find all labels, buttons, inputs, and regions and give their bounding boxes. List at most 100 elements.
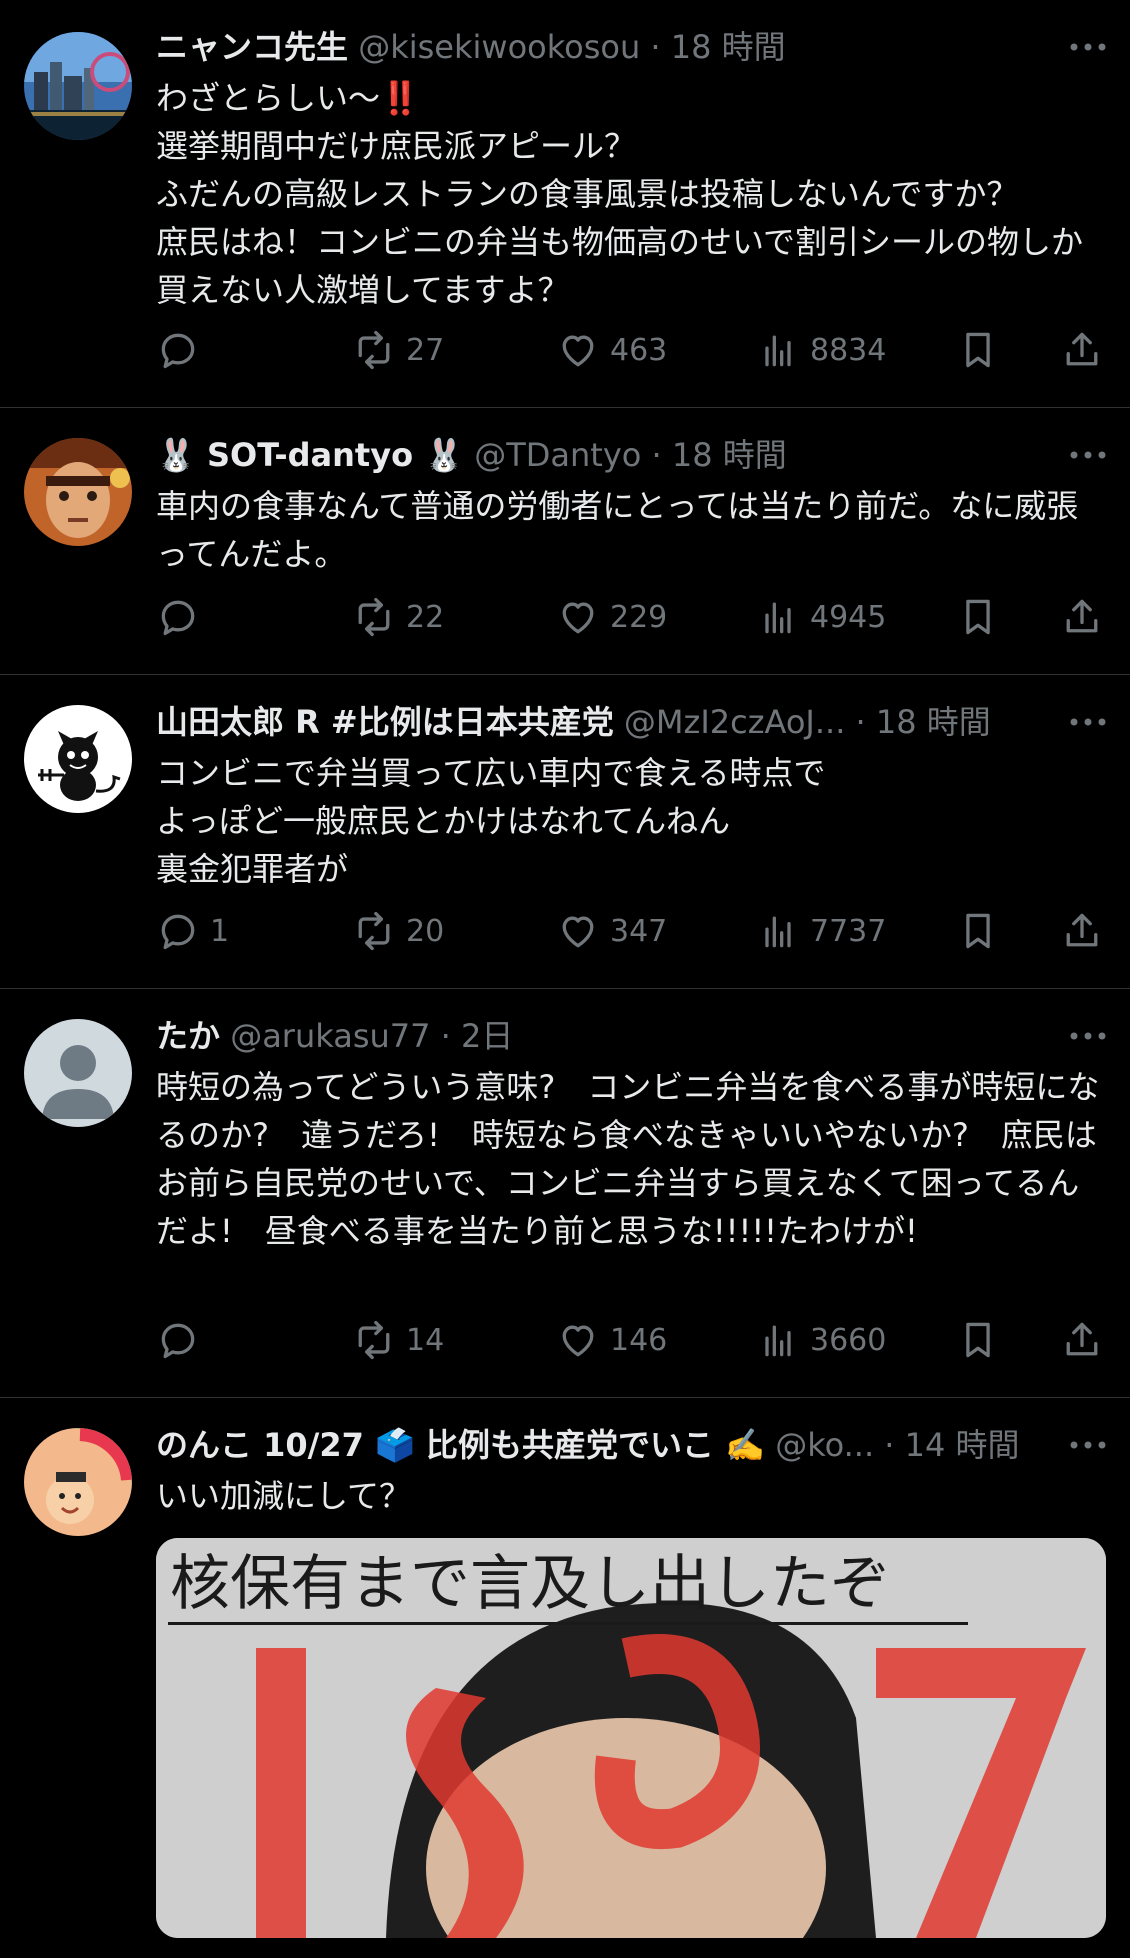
avatar[interactable] [24, 705, 132, 813]
reply-button[interactable]: 1 [156, 907, 229, 955]
like-count: 229 [610, 599, 668, 635]
separator-dot: · [884, 1426, 895, 1464]
timestamp[interactable]: 14 時間 [905, 1426, 1020, 1464]
heart-icon [562, 1325, 594, 1357]
bookmark-icon [966, 1322, 990, 1358]
timestamp[interactable]: 18 時間 [671, 28, 786, 66]
views-button[interactable]: 4945 [756, 593, 886, 641]
tweet[interactable]: ニャンコ先生 @kisekiwookosou · 18 時間 わざとらしい〜‼️… [0, 0, 1130, 408]
separator-dot: · [651, 436, 662, 474]
tweet-text: いい加減にして？ [156, 1477, 412, 1515]
analytics-icon [765, 1325, 791, 1357]
view-count: 7737 [810, 913, 887, 949]
avatar[interactable] [24, 32, 132, 140]
retweet-icon [358, 597, 390, 637]
display-name[interactable]: 山田太郎 R #比例は日本共産党 [156, 703, 614, 741]
bookmark-button[interactable] [956, 1316, 1000, 1364]
image-caption-text: 核保有まで言及し出したぞ [170, 1549, 890, 1619]
reply-icon [161, 914, 195, 950]
display-name[interactable]: ニャンコ先生 [156, 28, 348, 66]
views-button[interactable]: 8834 [756, 326, 886, 374]
retweet-button[interactable]: 27 [352, 326, 444, 374]
more-options-icon[interactable] [1066, 697, 1110, 747]
reply-count: 1 [210, 913, 230, 949]
view-count: 8834 [810, 332, 887, 368]
reply-icon [161, 600, 195, 636]
retweet-count: 20 [406, 913, 445, 949]
action-bar: 22 229 4945 [156, 593, 1106, 641]
reply-button[interactable] [156, 1316, 210, 1364]
action-bar: 27 463 8834 [156, 326, 1106, 374]
analytics-icon [765, 602, 791, 634]
user-handle[interactable]: @kisekiwookosou [358, 28, 640, 66]
tweet-text: コンビニで弁当買って広い車内で食える時点で よっぽど一般庶民とかけはなれてんねん… [156, 754, 826, 888]
bookmark-icon [966, 913, 990, 949]
user-handle[interactable]: @arukasu77 [230, 1017, 430, 1055]
analytics-icon [765, 916, 791, 948]
share-button[interactable] [1060, 326, 1104, 374]
heart-icon [562, 602, 594, 634]
like-button[interactable]: 229 [556, 593, 667, 641]
more-options-icon[interactable] [1066, 1420, 1110, 1470]
avatar-character-image [24, 1428, 132, 1536]
like-button[interactable]: 347 [556, 907, 667, 955]
more-options-icon[interactable] [1066, 22, 1110, 72]
bookmark-button[interactable] [956, 907, 1000, 955]
bookmark-icon [966, 332, 990, 368]
more-options-icon[interactable] [1066, 430, 1110, 480]
avatar-cityscape-image [24, 32, 132, 140]
retweet-button[interactable]: 22 [352, 593, 444, 641]
like-count: 146 [610, 1322, 668, 1358]
separator-dot: · [650, 28, 661, 66]
share-button[interactable] [1060, 907, 1104, 955]
share-button[interactable] [1060, 593, 1104, 641]
avatar[interactable] [24, 1428, 132, 1536]
reply-icon [161, 333, 195, 369]
reply-icon [161, 1323, 195, 1359]
display-name[interactable]: たか [156, 1017, 220, 1055]
heart-icon [562, 916, 594, 948]
reply-button[interactable] [156, 326, 210, 374]
tweet-header: たか @arukasu77 · 2日 [156, 1011, 1110, 1061]
tweet-header: のんこ 10/27 🗳️ 比例も共産党でいこ ✍️ @ko... · 14 時間 [156, 1420, 1110, 1470]
share-icon [1066, 1322, 1098, 1356]
like-button[interactable]: 463 [556, 326, 667, 374]
retweet-button[interactable]: 20 [352, 907, 444, 955]
user-handle[interactable]: @TDantyo [474, 436, 641, 474]
timestamp[interactable]: 2日 [461, 1017, 513, 1055]
view-count: 3660 [810, 1322, 887, 1358]
tweet[interactable]: 山田太郎 R #比例は日本共産党 @MzI2czAoJ... · 18 時間 コ… [0, 675, 1130, 989]
share-icon [1066, 913, 1098, 947]
tweet-text: 車内の食事なんて普通の労働者にとっては当たり前だ。なに威張ってんだよ。 [156, 487, 1079, 573]
like-button[interactable]: 146 [556, 1316, 667, 1364]
timestamp[interactable]: 18 時間 [876, 703, 991, 741]
action-bar: 14 146 3660 [156, 1316, 1106, 1364]
retweet-count: 27 [406, 332, 445, 368]
tweet-media-image[interactable]: 核保有まで言及し出したぞ [156, 1538, 1106, 1938]
views-button[interactable]: 7737 [756, 907, 886, 955]
display-name[interactable]: のんこ 10/27 🗳️ 比例も共産党でいこ ✍️ [156, 1426, 765, 1464]
timestamp[interactable]: 18 時間 [672, 436, 787, 474]
avatar[interactable] [24, 1019, 132, 1127]
retweet-icon [358, 1320, 390, 1360]
user-handle[interactable]: @ko... [775, 1426, 874, 1464]
share-button[interactable] [1060, 1316, 1104, 1364]
view-count: 4945 [810, 599, 887, 635]
reply-button[interactable] [156, 593, 210, 641]
like-count: 347 [610, 913, 668, 949]
bookmark-button[interactable] [956, 326, 1000, 374]
views-button[interactable]: 3660 [756, 1316, 886, 1364]
display-name[interactable]: 🐰 SOT-dantyo 🐰 [156, 436, 464, 474]
retweet-icon [358, 330, 390, 370]
tweet-header: 山田太郎 R #比例は日本共産党 @MzI2czAoJ... · 18 時間 [156, 697, 1110, 747]
analytics-icon [765, 335, 791, 367]
tweet[interactable]: 🐰 SOT-dantyo 🐰 @TDantyo · 18 時間 車内の食事なんて… [0, 408, 1130, 675]
bookmark-button[interactable] [956, 593, 1000, 641]
user-handle[interactable]: @MzI2czAoJ... [624, 703, 845, 741]
retweet-button[interactable]: 14 [352, 1316, 444, 1364]
more-options-icon[interactable] [1066, 1011, 1110, 1061]
tweet[interactable]: たか @arukasu77 · 2日 時短の為ってどういう意味? コンビニ弁当を… [0, 989, 1130, 1398]
separator-dot: · [855, 703, 866, 741]
avatar[interactable] [24, 438, 132, 546]
action-bar: 1 20 347 7737 [156, 907, 1106, 955]
